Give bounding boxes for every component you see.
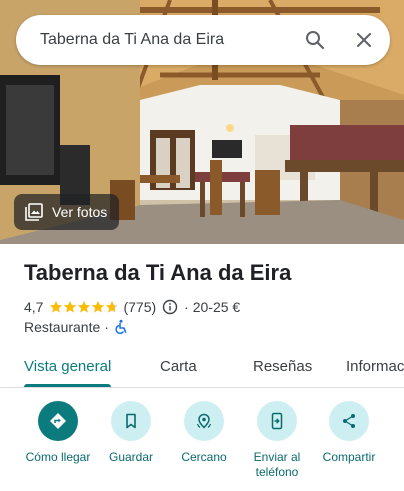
active-tab-indicator (24, 384, 111, 387)
tab-about[interactable]: Informac (346, 346, 404, 387)
tab-menu[interactable]: Carta (160, 346, 197, 387)
search-bar[interactable]: Taberna da Ti Ana da Eira (16, 15, 390, 65)
category-separator: · (104, 319, 109, 335)
view-photos-button[interactable]: Ver fotos (14, 194, 120, 230)
directions-label: Cómo llegar (25, 450, 91, 464)
share-button[interactable]: Compartir (309, 401, 389, 465)
star-icon (50, 301, 63, 313)
tab-reviews[interactable]: Reseñas (253, 346, 312, 387)
category-label[interactable]: Restaurante (24, 319, 100, 335)
send-to-phone-button[interactable]: Enviar al teléfono (237, 401, 317, 480)
star-icon (64, 301, 77, 313)
share-label: Compartir (322, 450, 376, 464)
send-to-phone-icon (271, 412, 283, 430)
search-icon[interactable] (303, 28, 327, 52)
directions-button[interactable]: Cómo llegar (18, 401, 98, 465)
price-range: · 20-25 € (184, 299, 241, 315)
view-photos-label: Ver fotos (52, 204, 108, 220)
info-icon[interactable] (162, 299, 178, 315)
directions-icon (50, 413, 66, 429)
save-label: Guardar (108, 450, 154, 464)
close-icon[interactable] (352, 28, 376, 52)
star-icon (92, 301, 105, 313)
nearby-label: Cercano (181, 450, 227, 464)
send-to-phone-label: Enviar al teléfono (253, 450, 301, 479)
nearby-button[interactable]: Cercano (164, 401, 244, 465)
rating-score: 4,7 (24, 299, 44, 315)
save-button[interactable]: Guardar (91, 401, 171, 465)
bookmark-icon (126, 413, 136, 429)
review-count-link[interactable]: (775) (123, 299, 156, 315)
place-title: Taberna da Ti Ana da Eira (24, 260, 292, 285)
share-icon (343, 414, 355, 428)
nearby-icon (196, 413, 212, 429)
place-hero-photo[interactable]: Taberna da Ti Ana da Eira Ver fotos (0, 0, 404, 244)
star-rating (49, 300, 119, 314)
photo-library-icon (25, 203, 43, 221)
rating-row: 4,7 (775) · 20-25 € (24, 297, 240, 317)
tab-overview[interactable]: Vista general (24, 346, 111, 387)
category-row: Restaurante · (24, 318, 129, 336)
action-buttons: Cómo llegar Guardar Cercano Enviar al te… (0, 401, 404, 491)
wheelchair-icon (113, 319, 129, 335)
star-icon (106, 301, 119, 313)
place-tabs: Vista general Carta Reseñas Informac (0, 346, 404, 388)
star-icon (78, 301, 91, 313)
search-input[interactable]: Taberna da Ti Ana da Eira (40, 31, 224, 49)
